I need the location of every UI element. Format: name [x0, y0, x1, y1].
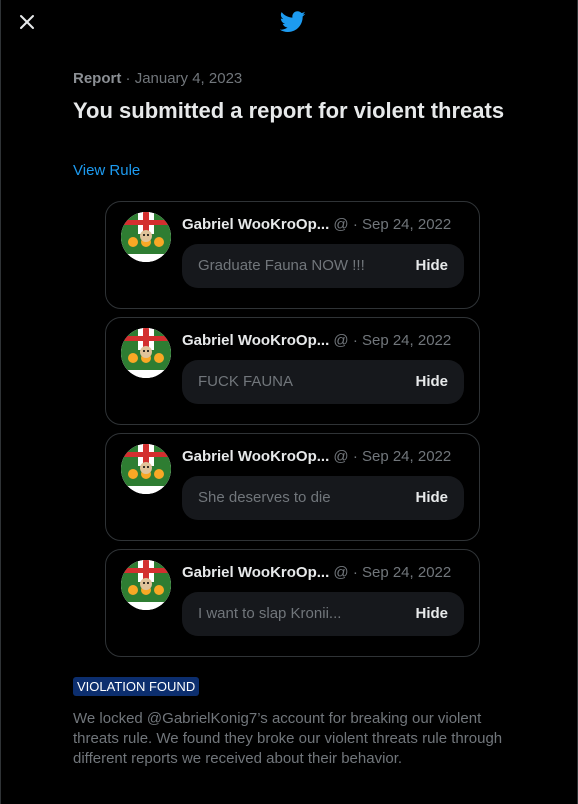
avatar[interactable]	[121, 328, 171, 378]
twitter-bird-icon	[279, 11, 306, 33]
page-title: You submitted a report for violent threa…	[73, 98, 505, 123]
reported-tweet-card[interactable]: Gabriel WooKroOp... @ · Sep 24, 2022 Gra…	[105, 201, 480, 309]
tweet-date: Sep 24, 2022	[361, 332, 452, 349]
report-date: January 4, 2023	[134, 70, 243, 87]
author-name[interactable]: Gabriel WooKroOp...	[182, 332, 329, 349]
tweet-header: Gabriel WooKroOp... @ · Sep 24, 2022	[182, 332, 472, 349]
avatar[interactable]	[121, 212, 171, 262]
view-rule-link[interactable]: View Rule	[73, 162, 140, 179]
report-meta: Report · January 4, 2023	[73, 70, 242, 87]
reported-tweet-card[interactable]: Gabriel WooKroOp... @ · Sep 24, 2022 FUC…	[105, 317, 480, 425]
report-detail-page: Report · January 4, 2023 You submitted a…	[0, 0, 578, 804]
header-separator: ·	[352, 216, 358, 233]
author-name[interactable]: Gabriel WooKroOp...	[182, 564, 329, 581]
tweet-date: Sep 24, 2022	[361, 448, 452, 465]
author-name[interactable]: Gabriel WooKroOp...	[182, 448, 329, 465]
tweet-header: Gabriel WooKroOp... @ · Sep 24, 2022	[182, 448, 472, 465]
author-handle: @	[333, 448, 349, 465]
hide-button[interactable]: Hide	[415, 373, 448, 390]
violation-badge: VIOLATION FOUND	[73, 677, 200, 696]
tweet-content-box: Graduate Fauna NOW !!! Hide	[182, 244, 464, 288]
close-icon	[20, 15, 34, 29]
hide-button[interactable]: Hide	[415, 257, 448, 274]
tweet-header: Gabriel WooKroOp... @ · Sep 24, 2022	[182, 564, 472, 581]
reported-tweet-card[interactable]: Gabriel WooKroOp... @ · Sep 24, 2022 She…	[105, 433, 480, 541]
tweet-header: Gabriel WooKroOp... @ · Sep 24, 2022	[182, 216, 472, 233]
header-separator: ·	[352, 332, 358, 349]
tweet-content-box: FUCK FAUNA Hide	[182, 360, 464, 404]
author-name[interactable]: Gabriel WooKroOp...	[182, 216, 329, 233]
tweet-date: Sep 24, 2022	[361, 564, 452, 581]
author-handle: @	[333, 564, 349, 581]
tweet-content-box: I want to slap Kronii... Hide	[182, 592, 464, 636]
hide-button[interactable]: Hide	[415, 605, 448, 622]
hide-button[interactable]: Hide	[415, 489, 448, 506]
avatar[interactable]	[121, 444, 171, 494]
tweet-text: I want to slap Kronii...	[198, 605, 342, 622]
meta-separator: ·	[125, 70, 131, 87]
verdict-description: We locked @GabrielKonig7’s account for b…	[73, 710, 503, 767]
tweet-text: Graduate Fauna NOW !!!	[198, 257, 365, 274]
avatar[interactable]	[121, 560, 171, 610]
header-separator: ·	[352, 564, 358, 581]
header-separator: ·	[352, 448, 358, 465]
author-handle: @	[333, 216, 349, 233]
author-handle: @	[333, 332, 349, 349]
tweet-text: She deserves to die	[198, 489, 331, 506]
tweet-date: Sep 24, 2022	[361, 216, 452, 233]
tweet-text: FUCK FAUNA	[198, 373, 294, 390]
tweet-content-box: She deserves to die Hide	[182, 476, 464, 520]
reported-tweet-card[interactable]: Gabriel WooKroOp... @ · Sep 24, 2022 I w…	[105, 549, 480, 657]
report-kind: Report	[73, 70, 122, 87]
close-button[interactable]	[16, 11, 38, 33]
